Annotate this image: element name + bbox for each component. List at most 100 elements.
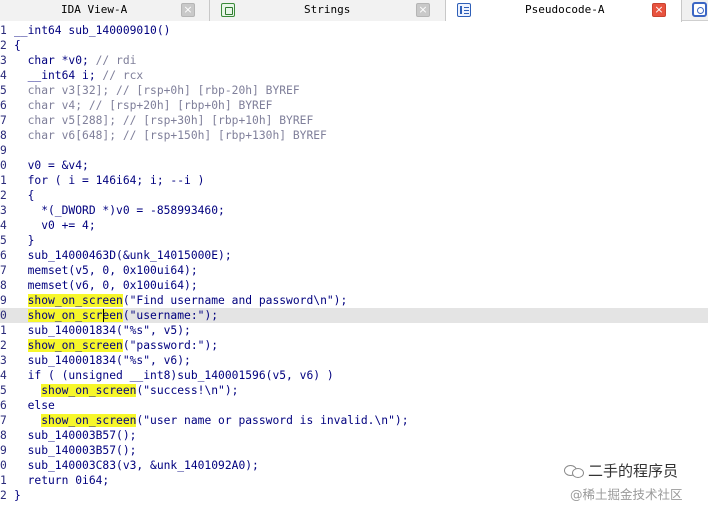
code-line[interactable]: 6 sub_14000463D(&unk_14015000E); <box>0 248 708 263</box>
line-text: sub_140001834("%s", v5); <box>14 323 191 338</box>
code-token: char v6[648]; // [rsp+150h] [rbp+130h] B… <box>14 129 327 142</box>
line-text: v0 += 4; <box>14 218 96 233</box>
line-text: v0 = &v4; <box>14 158 89 173</box>
code-token: sub_140001834("%s", v6); <box>14 354 191 367</box>
line-text: { <box>14 188 35 203</box>
hex-view-icon[interactable] <box>692 2 707 17</box>
code-line[interactable]: 2{ <box>0 38 708 53</box>
code-line[interactable]: 4 __int64 i; // rcx <box>0 68 708 83</box>
code-line[interactable]: 3 char *v0; // rdi <box>0 53 708 68</box>
line-number: 6 <box>0 399 7 412</box>
line-number: 5 <box>0 84 7 97</box>
code-token: for ( i = 146i64; i; --i ) <box>14 174 205 187</box>
code-line[interactable]: 5 char v3[32]; // [rsp+0h] [rbp-20h] BYR… <box>0 83 708 98</box>
line-text: show_on_screen("user name or password is… <box>14 413 409 428</box>
line-number: 1 <box>0 174 7 187</box>
wechat-icon <box>564 463 586 479</box>
line-text: } <box>14 488 21 503</box>
line-number: 8 <box>0 129 7 142</box>
code-token: memset(v5, 0, 0x100ui64); <box>14 264 198 277</box>
highlighted-identifier[interactable]: show_on_screen <box>27 294 123 307</box>
line-number: 3 <box>0 354 7 367</box>
code-token: } <box>14 489 21 502</box>
code-line[interactable]: 8 memset(v6, 0, 0x100ui64); <box>0 278 708 293</box>
code-line[interactable]: 6 char v4; // [rsp+20h] [rbp+0h] BYREF <box>0 98 708 113</box>
tab-ida-view-a[interactable]: IDA View-A × <box>0 0 210 21</box>
code-token: v0 += 4; <box>14 219 96 232</box>
code-line[interactable]: 7 char v5[288]; // [rsp+30h] [rbp+10h] B… <box>0 113 708 128</box>
code-line[interactable]: 1 for ( i = 146i64; i; --i ) <box>0 173 708 188</box>
highlighted-identifier[interactable]: show_on_screen <box>41 414 137 427</box>
tab-pseudocode-a[interactable]: Pseudocode-A × <box>446 0 682 22</box>
line-number: 1 <box>0 324 7 337</box>
code-token: { <box>14 189 35 202</box>
line-text: char v4; // [rsp+20h] [rbp+0h] BYREF <box>14 98 273 113</box>
code-token: memset(v6, 0, 0x100ui64); <box>14 279 198 292</box>
line-number: 8 <box>0 279 7 292</box>
line-number: 3 <box>0 204 7 217</box>
tab-label: Strings <box>304 3 351 16</box>
highlighted-identifier[interactable]: show_on_screen <box>27 339 123 352</box>
line-text: sub_14000463D(&unk_14015000E); <box>14 248 232 263</box>
code-token: char v4; // [rsp+20h] [rbp+0h] BYREF <box>14 99 273 112</box>
code-line[interactable]: 7 show_on_screen("user name or password … <box>0 413 708 428</box>
close-icon[interactable]: × <box>652 3 666 17</box>
code-line[interactable]: 9 show_on_screen("Find username and pass… <box>0 293 708 308</box>
line-number: 1 <box>0 474 7 487</box>
highlighted-identifier[interactable]: show_on_screen <box>27 309 123 322</box>
line-text: __int64 sub_140009010() <box>14 23 170 38</box>
code-token: { <box>14 39 21 52</box>
code-line[interactable]: 0 v0 = &v4; <box>0 158 708 173</box>
code-line[interactable]: 3 sub_140001834("%s", v6); <box>0 353 708 368</box>
line-text: char v5[288]; // [rsp+30h] [rbp+10h] BYR… <box>14 113 314 128</box>
watermark: 二手的程序员 @稀土掘金技术社区 <box>564 460 708 505</box>
code-line[interactable]: 9 <box>0 143 708 158</box>
code-line[interactable]: 5 show_on_screen("success!\n"); <box>0 383 708 398</box>
code-line[interactable]: 5 } <box>0 233 708 248</box>
code-token: ("Find username and password\n"); <box>122 294 348 307</box>
close-icon[interactable]: × <box>181 3 195 17</box>
close-icon[interactable]: × <box>416 3 430 17</box>
code-token: else <box>14 399 55 412</box>
line-number: 7 <box>0 114 7 127</box>
code-token: // rcx <box>102 69 144 82</box>
line-text: char v3[32]; // [rsp+0h] [rbp-20h] BYREF <box>14 83 300 98</box>
code-line[interactable]: 4 if ( (unsigned __int8)sub_140001596(v5… <box>0 368 708 383</box>
line-number: 8 <box>0 429 7 442</box>
code-token: sub_140003B57(); <box>14 429 137 442</box>
tab-strings[interactable]: Strings × <box>210 0 446 21</box>
highlighted-identifier[interactable]: show_on_screen <box>41 384 137 397</box>
pseudocode-editor[interactable]: 1 __int64 sub_140009010() 2{3 char *v0; //… <box>0 21 708 505</box>
line-text: char v6[648]; // [rsp+150h] [rbp+130h] B… <box>14 128 327 143</box>
line-text: char *v0; // rdi <box>14 53 137 68</box>
line-number: 2 <box>0 489 7 502</box>
code-line[interactable]: 1 __int64 sub_140009010() <box>0 23 708 38</box>
code-line[interactable]: 8 sub_140003B57(); <box>0 428 708 443</box>
code-line[interactable]: 8 char v6[648]; // [rsp+150h] [rbp+130h]… <box>0 128 708 143</box>
code-token: char v3[32]; // [rsp+0h] [rbp-20h] BYREF <box>14 84 300 97</box>
line-number: 2 <box>0 189 7 202</box>
code-line[interactable]: 4 v0 += 4; <box>0 218 708 233</box>
line-number: 4 <box>0 69 7 82</box>
code-token: char *v0; <box>14 54 96 67</box>
code-line[interactable]: 7 memset(v5, 0, 0x100ui64); <box>0 263 708 278</box>
line-text: show_on_screen("success!\n"); <box>14 383 238 398</box>
code-token: char v5[288]; // [rsp+30h] [rbp+10h] BYR… <box>14 114 314 127</box>
code-line[interactable]: 1 sub_140001834("%s", v5); <box>0 323 708 338</box>
line-text: *(_DWORD *)v0 = -858993460; <box>14 203 225 218</box>
watermark-subtitle: @稀土掘金技术社区 <box>570 487 683 502</box>
code-line[interactable]: 2 show_on_screen("password:"); <box>0 338 708 353</box>
code-line[interactable]: 3 *(_DWORD *)v0 = -858993460; <box>0 203 708 218</box>
code-line[interactable]: 9 sub_140003B57(); <box>0 443 708 458</box>
code-token: // rdi <box>95 54 137 67</box>
code-line[interactable]: 0 show_on_screen("username:"); <box>0 308 708 323</box>
line-text: sub_140003B57(); <box>14 428 137 443</box>
code-line[interactable]: 6 else <box>0 398 708 413</box>
line-number: 0 <box>0 309 7 322</box>
code-line[interactable]: 2 { <box>0 188 708 203</box>
